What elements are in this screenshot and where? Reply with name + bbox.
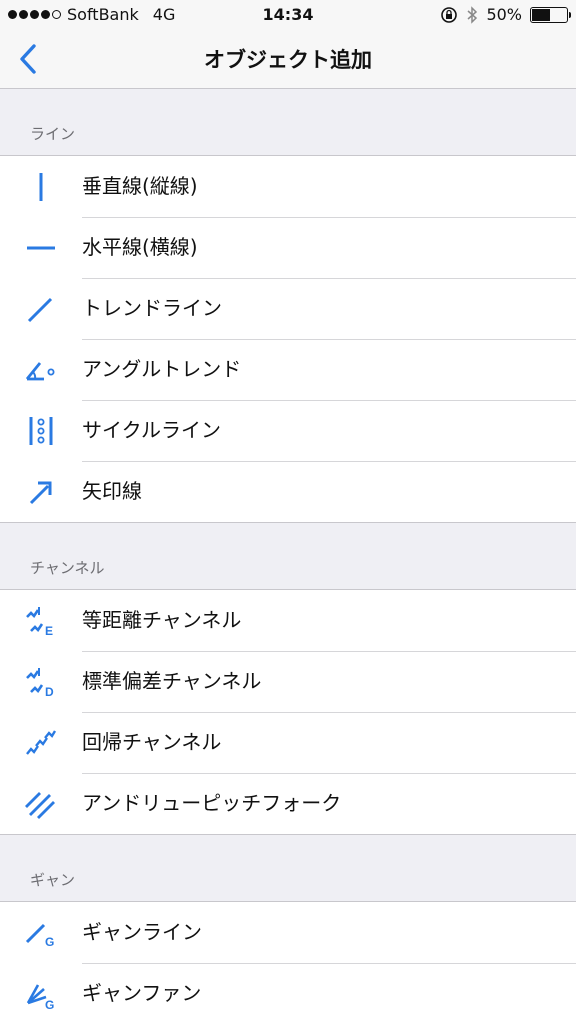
angle-trend-icon <box>0 353 82 387</box>
status-bar: SoftBank 4G 14:34 50% <box>0 0 576 30</box>
row-label: アンドリューピッチフォーク <box>82 791 342 815</box>
gann-line-icon: G <box>0 916 82 950</box>
row-vertical-line[interactable]: 垂直線(縦線) <box>0 156 576 218</box>
horizontal-line-icon <box>0 231 82 265</box>
row-gann-line[interactable]: G ギャンライン <box>0 902 576 964</box>
svg-text:G: G <box>45 935 54 949</box>
row-label: アングルトレンド <box>82 339 576 401</box>
row-std-dev-channel[interactable]: D 標準偏差チャンネル <box>0 651 576 713</box>
row-label: 矢印線 <box>82 479 142 503</box>
section-header-gann: ギャン <box>30 871 76 889</box>
arrow-line-icon <box>0 475 82 509</box>
vertical-line-icon <box>0 170 82 204</box>
row-equidistant-channel[interactable]: E 等距離チャンネル <box>0 590 576 652</box>
row-label: 等距離チャンネル <box>82 590 576 652</box>
row-trendline[interactable]: トレンドライン <box>0 278 576 340</box>
group-channels: E 等距離チャンネル D 標準偏差チャンネル 回帰チャンネル アンドリューピッチ… <box>0 589 576 835</box>
navigation-bar: オブジェクト追加 <box>0 30 576 89</box>
row-label: ギャンファン <box>82 981 202 1005</box>
row-label: 水平線(横線) <box>82 217 576 279</box>
row-cycle-line[interactable]: サイクルライン <box>0 400 576 462</box>
group-gann: G ギャンライン G ギャンファン <box>0 901 576 1024</box>
svg-text:D: D <box>45 685 54 699</box>
bluetooth-icon <box>467 5 478 24</box>
std-dev-channel-icon: D <box>0 665 82 699</box>
row-angle-trend[interactable]: アングルトレンド <box>0 339 576 401</box>
row-label: トレンドライン <box>82 278 576 340</box>
status-right: 50% <box>440 5 571 24</box>
cycle-line-icon <box>0 414 82 448</box>
battery-percent: 50% <box>486 5 522 24</box>
row-label: 標準偏差チャンネル <box>82 651 576 713</box>
andrews-pitchfork-icon <box>0 787 82 821</box>
regression-channel-icon <box>0 726 82 760</box>
trendline-icon <box>0 292 82 326</box>
row-label: 垂直線(縦線) <box>82 156 576 218</box>
svg-text:E: E <box>45 624 53 638</box>
battery-icon <box>530 6 571 23</box>
group-lines: 垂直線(縦線) 水平線(横線) トレンドライン アングルトレンド サイクルライン… <box>0 155 576 523</box>
section-header-channels: チャンネル <box>30 559 105 577</box>
row-arrow-line[interactable]: 矢印線 <box>0 461 576 522</box>
row-label: ギャンライン <box>82 902 576 964</box>
page-title: オブジェクト追加 <box>204 48 372 72</box>
equidistant-channel-icon: E <box>0 604 82 638</box>
row-andrews-pitchfork[interactable]: アンドリューピッチフォーク <box>0 773 576 834</box>
row-label: 回帰チャンネル <box>82 712 576 774</box>
svg-text:G: G <box>45 998 54 1011</box>
rotation-lock-icon <box>441 6 458 23</box>
section-header-lines: ライン <box>30 125 76 143</box>
row-gann-fan[interactable]: G ギャンファン <box>0 963 576 1024</box>
row-regression-channel[interactable]: 回帰チャンネル <box>0 712 576 774</box>
row-label: サイクルライン <box>82 400 576 462</box>
row-horizontal-line[interactable]: 水平線(横線) <box>0 217 576 279</box>
gann-fan-icon: G <box>0 977 82 1011</box>
